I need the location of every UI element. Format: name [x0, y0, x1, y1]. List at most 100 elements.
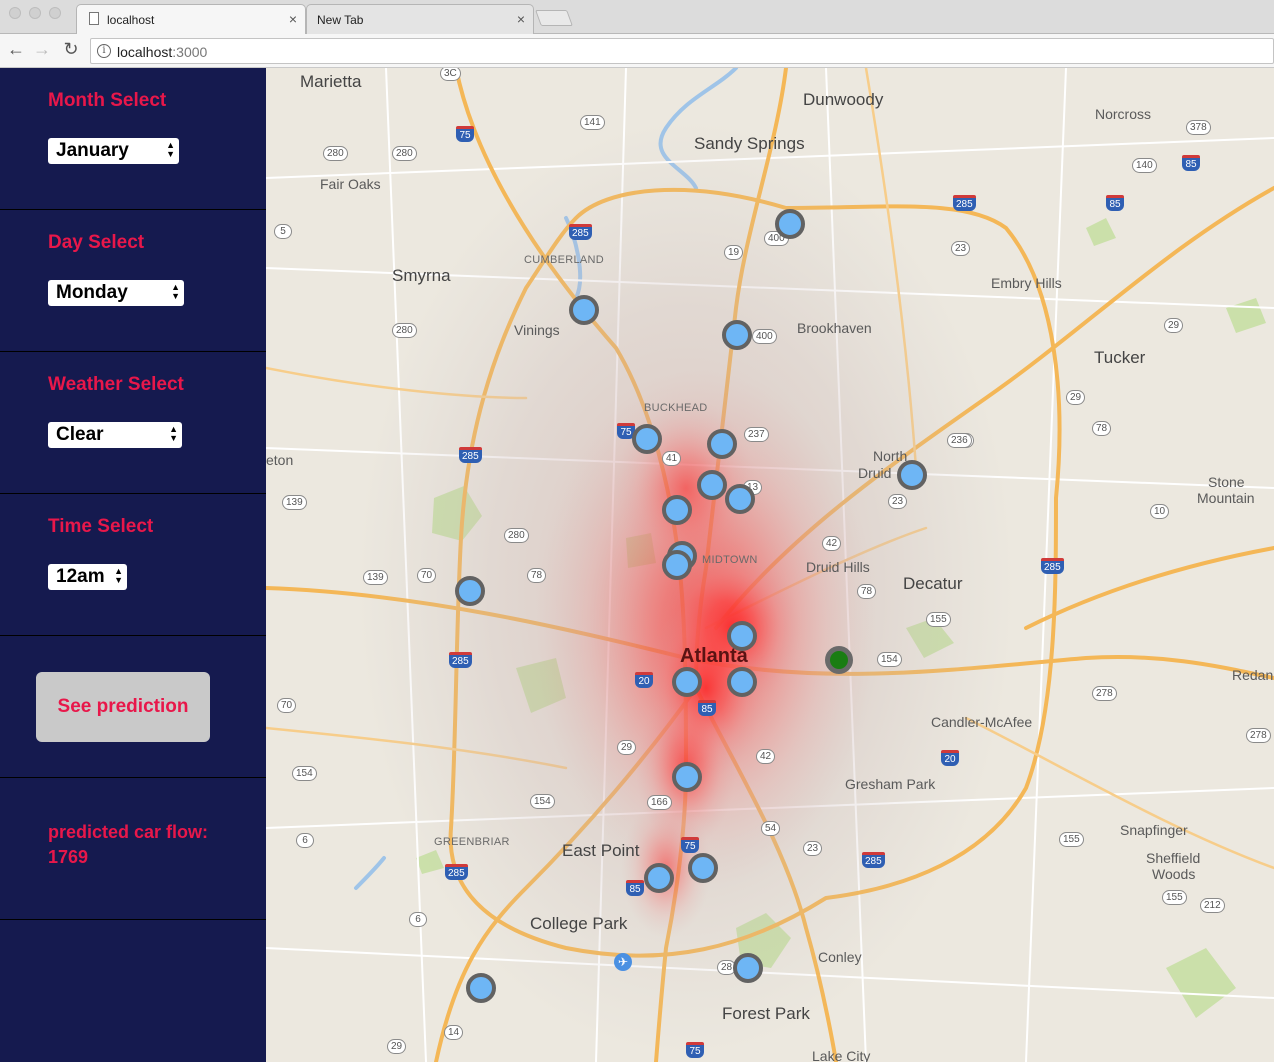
place-label: Stone	[1208, 474, 1245, 490]
weather-section: Weather Select Clear ▲ ▼	[0, 352, 266, 494]
sensor-marker[interactable]	[466, 973, 496, 1003]
route-shield: 42	[822, 536, 842, 551]
maximize-window-icon[interactable]	[49, 7, 61, 19]
place-label: East Point	[562, 841, 640, 860]
sensor-marker[interactable]	[897, 460, 927, 490]
month-section: Month Select January ▲ ▼	[0, 68, 266, 210]
route-shield: 78	[857, 584, 877, 599]
time-label: Time Select	[48, 516, 154, 537]
route-shield: 70	[277, 698, 297, 713]
place-label: Lake City	[812, 1048, 871, 1062]
sensor-marker[interactable]	[697, 470, 727, 500]
route-shield: 154	[292, 766, 317, 781]
place-label: Woods	[1152, 866, 1196, 882]
interstate-shield: 75	[681, 837, 699, 853]
route-shield: 23	[803, 841, 823, 856]
route-shield: 29	[1164, 318, 1184, 333]
route-shield: 42	[756, 749, 776, 764]
route-shield: 166	[647, 795, 672, 810]
address-bar[interactable]: i localhost:3000	[90, 38, 1274, 64]
day-select[interactable]: Monday ▲ ▼	[48, 280, 184, 306]
browser-toolbar: ← → ↻ i localhost:3000	[0, 34, 1274, 68]
weather-label: Weather Select	[48, 374, 184, 395]
sensor-marker[interactable]	[455, 576, 485, 606]
interstate-shield: 85	[1106, 195, 1124, 211]
map-canvas[interactable]: 3C 75 280 280 141 378 140 85 285 85 5 285 19 400 23 280…	[266, 68, 1274, 1062]
result-value: 1769	[48, 847, 89, 867]
place-label: Marietta	[300, 72, 362, 91]
route-shield: 54	[761, 821, 781, 836]
place-label: Mountain	[1197, 490, 1255, 506]
route-shield: 400	[752, 329, 777, 344]
route-shield: 280	[392, 146, 417, 161]
url-text[interactable]: localhost:3000	[117, 44, 207, 60]
interstate-shield: 285	[569, 224, 592, 240]
route-shield: 212	[1200, 898, 1225, 913]
route-shield: 140	[1132, 158, 1157, 173]
back-icon[interactable]: ←	[5, 39, 27, 60]
place-label: Sheffield	[1146, 850, 1201, 866]
tab-new-tab[interactable]: New Tab ×	[306, 4, 534, 34]
prediction-result: predicted car flow: 1769	[48, 820, 248, 870]
route-shield: 155	[926, 612, 951, 627]
sensor-marker[interactable]	[569, 295, 599, 325]
route-shield: 236	[947, 433, 972, 448]
info-icon[interactable]: i	[97, 44, 111, 58]
tab-localhost[interactable]: localhost ×	[76, 4, 306, 35]
selected-sensor-marker[interactable]	[825, 646, 853, 674]
place-label: Smyrna	[392, 266, 451, 285]
sensor-marker[interactable]	[632, 424, 662, 454]
minimize-window-icon[interactable]	[29, 7, 41, 19]
close-tab-icon[interactable]: ×	[517, 11, 525, 27]
place-label: Fair Oaks	[320, 176, 381, 192]
route-shield: 280	[392, 323, 417, 338]
route-shield: 78	[527, 568, 547, 583]
route-shield: 10	[1150, 504, 1170, 519]
route-shield: 139	[363, 570, 388, 585]
place-label: Forest Park	[722, 1004, 810, 1023]
sensor-marker[interactable]	[644, 863, 674, 893]
new-tab-button[interactable]	[535, 10, 573, 26]
close-window-icon[interactable]	[9, 7, 21, 19]
reload-icon[interactable]: ↻	[60, 39, 82, 60]
place-label: Norcross	[1095, 106, 1152, 122]
close-tab-icon[interactable]: ×	[289, 11, 297, 27]
interstate-shield: 285	[445, 864, 468, 880]
sensor-marker[interactable]	[733, 953, 763, 983]
route-shield: 378	[1186, 120, 1211, 135]
place-label: eton	[266, 452, 294, 468]
interstate-shield: 285	[459, 447, 482, 463]
sensor-marker[interactable]	[662, 550, 692, 580]
sensor-marker[interactable]	[727, 667, 757, 697]
interstate-shield: 75	[456, 126, 474, 142]
place-label: Brookhaven	[797, 320, 872, 336]
month-select[interactable]: January ▲ ▼	[48, 138, 179, 164]
weather-select[interactable]: Clear ▲ ▼	[48, 422, 182, 448]
interstate-shield: 20	[635, 672, 653, 688]
interstate-shield: 75	[686, 1042, 704, 1058]
sensor-marker[interactable]	[727, 621, 757, 651]
sensor-marker[interactable]	[662, 495, 692, 525]
day-section: Day Select Monday ▲ ▼	[0, 210, 266, 352]
sensor-marker[interactable]	[672, 667, 702, 697]
sensor-marker[interactable]	[707, 429, 737, 459]
place-label: GREENBRIAR	[434, 836, 510, 848]
sensor-marker[interactable]	[722, 320, 752, 350]
interstate-shield: 285	[1041, 558, 1064, 574]
time-section: Time Select 12am ▲ ▼	[0, 494, 266, 636]
interstate-shield: 85	[1182, 155, 1200, 171]
tab-title: New Tab	[317, 13, 364, 27]
sensor-marker[interactable]	[672, 762, 702, 792]
route-shield: 155	[1059, 832, 1084, 847]
time-select[interactable]: 12am ▲ ▼	[48, 564, 127, 590]
forward-icon[interactable]: →	[31, 39, 53, 60]
route-shield: 278	[1246, 728, 1271, 743]
sensor-marker[interactable]	[775, 209, 805, 239]
sensor-marker[interactable]	[725, 484, 755, 514]
airport-icon: ✈	[614, 953, 632, 971]
sensor-marker[interactable]	[688, 853, 718, 883]
route-shield: 280	[323, 146, 348, 161]
place-label: Dunwoody	[803, 90, 884, 109]
route-shield: 6	[409, 912, 427, 927]
see-prediction-button[interactable]: See prediction	[36, 672, 210, 742]
